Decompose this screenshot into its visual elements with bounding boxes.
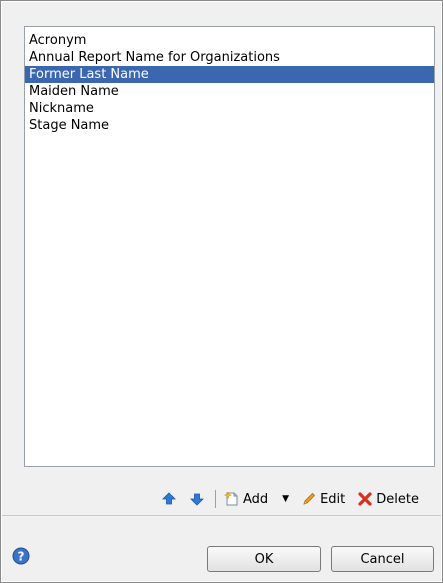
add-label: Add: [243, 491, 269, 507]
toolbar-separator: [215, 490, 216, 508]
dialog: Acronym Annual Report Name for Organizat…: [0, 0, 443, 583]
edit-label: Edit: [320, 491, 346, 507]
chevron-down-icon: ▼: [282, 494, 290, 504]
list-item[interactable]: Maiden Name: [25, 83, 434, 100]
pencil-icon: [303, 492, 316, 505]
delete-label: Delete: [376, 491, 419, 507]
dialog-body: Acronym Annual Report Name for Organizat…: [2, 2, 441, 515]
list-item[interactable]: Annual Report Name for Organizations: [25, 49, 434, 66]
dialog-footer: ? OK Cancel: [2, 515, 441, 581]
arrow-up-icon: [162, 492, 176, 505]
move-up-button[interactable]: [159, 488, 179, 510]
svg-text:?: ?: [18, 550, 25, 564]
name-type-listbox[interactable]: Acronym Annual Report Name for Organizat…: [24, 26, 435, 467]
help-icon[interactable]: ?: [12, 547, 30, 565]
list-item-selected[interactable]: Former Last Name: [25, 66, 434, 83]
add-dropdown-button[interactable]: ▼: [280, 488, 291, 510]
move-down-button[interactable]: [187, 488, 207, 510]
red-x-icon: [358, 492, 372, 506]
list-item[interactable]: Nickname: [25, 100, 434, 117]
edit-button[interactable]: Edit: [299, 488, 347, 510]
delete-button[interactable]: Delete: [355, 488, 421, 510]
new-item-icon: [224, 491, 238, 506]
list-item[interactable]: Acronym: [25, 32, 434, 49]
ok-button[interactable]: OK: [207, 546, 321, 572]
cancel-button[interactable]: Cancel: [331, 546, 434, 572]
list-item[interactable]: Stage Name: [25, 117, 434, 134]
list-toolbar: Add ▼ Edit Delete: [159, 487, 421, 511]
add-button[interactable]: Add: [222, 488, 270, 510]
arrow-down-icon: [190, 493, 204, 506]
